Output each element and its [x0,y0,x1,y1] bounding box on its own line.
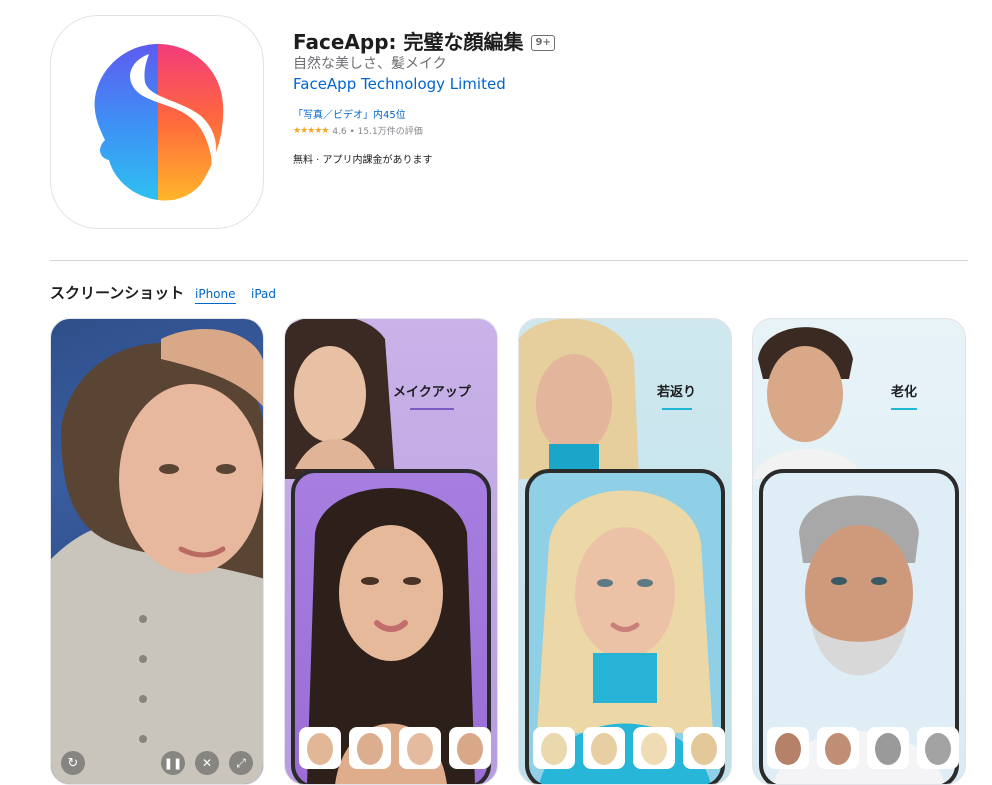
caption-younger-text: 若返り [657,385,697,400]
star-rating-icon: ★★★★★ [293,125,329,136]
style-thumbnail-2[interactable] [817,727,859,769]
style-thumbnail-3[interactable] [867,727,909,769]
screenshot-younger[interactable]: 若返り [518,318,732,785]
app-title: FaceApp: 完璧な顔編集 [293,30,524,54]
app-subtitle: 自然な美しさ、髪メイク [293,56,447,72]
price-info: 無料 · アプリ内課金があります [293,155,433,166]
expand-icon: ⤢ [236,755,246,770]
replay-button[interactable]: ↻ [61,751,85,775]
category-rank-link[interactable]: 「写真／ビデオ」内45位 [293,106,406,121]
style-thumbnail-2[interactable] [583,727,625,769]
screenshot-makeup[interactable]: メイクアップ [284,318,498,785]
style-thumbnail-1[interactable] [533,727,575,769]
style-thumbnail-4[interactable] [449,727,491,769]
pause-button[interactable]: ❚❚ [161,751,185,775]
section-divider [50,260,968,261]
title-row: FaceApp: 完璧な顔編集 9+ [293,26,555,55]
aging-before-photo [753,327,863,479]
developer-link[interactable]: FaceApp Technology Limited [293,75,506,93]
caption-aging-text: 老化 [891,385,918,400]
style-thumbnail-4[interactable] [917,727,959,769]
style-thumbnail-4[interactable] [683,727,725,769]
caption-underline [409,408,454,410]
style-thumbnail-3[interactable] [633,727,675,769]
age-rating-badge: 9+ [531,34,555,51]
rating-text: 4.6 • 15.1万件の評価 [332,127,423,137]
app-icon [50,15,264,229]
style-thumbnail-1[interactable] [767,727,809,769]
mute-button[interactable]: ✕ [195,751,219,775]
tab-iphone[interactable]: iPhone [195,287,236,304]
caption-makeup: メイクアップ [393,381,471,410]
fullscreen-button[interactable]: ⤢ [229,751,253,775]
caption-underline [661,408,692,410]
caption-underline [891,408,917,410]
person-photo [51,329,263,784]
screenshots-heading: スクリーンショット [50,284,185,302]
replay-icon: ↻ [67,755,79,771]
caption-younger: 若返り [657,381,696,410]
tab-ipad[interactable]: iPad [251,287,276,301]
style-thumbnail-1[interactable] [299,727,341,769]
younger-before-photo [519,319,639,479]
screenshot-aging[interactable]: 老化 [752,318,966,785]
mute-icon: ✕ [201,756,213,770]
caption-aging: 老化 [891,381,917,410]
screenshot-video[interactable]: ↻ ❚❚ ✕ ⤢ [50,318,264,785]
pause-icon: ❚❚ [163,756,183,770]
style-thumbnail-3[interactable] [399,727,441,769]
rating-row: ★★★★★ 4.6 • 15.1万件の評価 [293,124,423,138]
caption-makeup-text: メイクアップ [393,385,471,400]
style-thumbnail-2[interactable] [349,727,391,769]
